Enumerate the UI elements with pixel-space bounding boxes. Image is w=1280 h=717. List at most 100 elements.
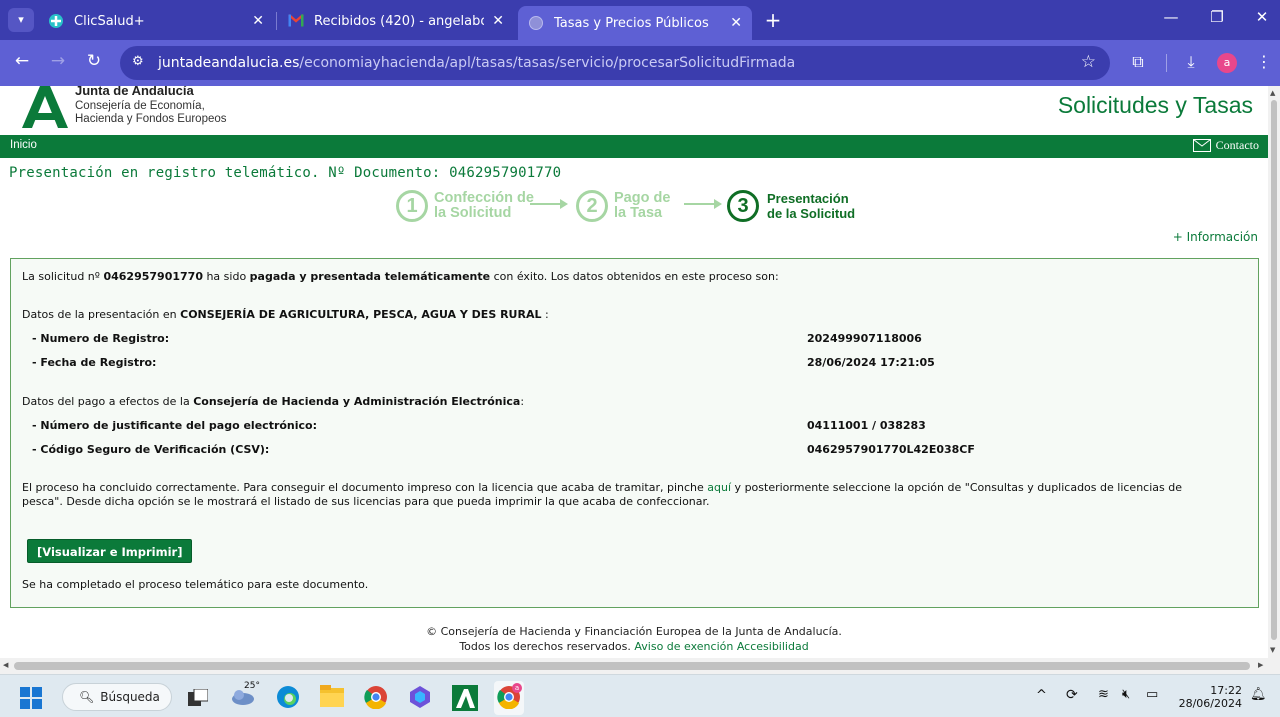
registro-number-value: 202499907118006 <box>807 332 922 345</box>
search-icon: 🔍︎ <box>79 690 95 704</box>
address-toolbar: ← → ↻ ⚙ juntadeandalucia.es/economiayhac… <box>0 40 1280 86</box>
wifi-icon[interactable]: ≋ <box>1098 687 1109 702</box>
menu-contacto-link[interactable]: Contacto <box>1192 138 1259 153</box>
back-arrow-icon[interactable]: ← <box>10 51 34 71</box>
profile-avatar[interactable]: a <box>1217 53 1237 73</box>
globe-icon <box>528 15 544 31</box>
step-1-label: Confección de la Solicitud <box>434 190 534 221</box>
forward-arrow-icon[interactable]: → <box>46 51 70 71</box>
step-2-label: Pago de la Tasa <box>614 190 671 221</box>
clicsalud-favicon-icon <box>48 13 64 29</box>
main-menu-bar: Inicio Contacto <box>0 135 1268 158</box>
step-1-circle: 1 <box>396 190 428 222</box>
result-panel: La solicitud nº 0462957901770 ha sido pa… <box>10 258 1259 608</box>
close-tab-icon[interactable]: ✕ <box>252 13 264 29</box>
battery-icon[interactable]: ▭ <box>1146 687 1158 702</box>
taskbar-search[interactable]: 🔍︎ Búsqueda <box>62 683 172 711</box>
site-header: Junta de Andalucía Consejería de Economí… <box>0 86 1268 136</box>
close-tab-icon[interactable]: ✕ <box>730 15 742 31</box>
close-tab-icon[interactable]: ✕ <box>492 13 504 29</box>
file-explorer-icon[interactable] <box>320 685 344 707</box>
horizontal-scrollbar[interactable]: ◀ ▶ <box>0 658 1280 674</box>
chrome-icon[interactable] <box>364 685 388 709</box>
tab-tasas[interactable]: Tasas y Precios Públicos ✕ <box>518 6 752 40</box>
page-title: Presentación en registro telemático. Nº … <box>9 165 562 181</box>
org-subtitle: Consejería de Economía, Hacienda y Fondo… <box>75 100 227 125</box>
menu-inicio-link[interactable]: Inicio <box>10 139 37 151</box>
windows-taskbar: 🔍︎ Búsqueda 25° a ^ ⟳ ≋ 🔇︎ ▭ 17:22 28/06/… <box>0 674 1280 717</box>
windows-start-icon[interactable] <box>20 687 42 709</box>
tab-search-icon[interactable]: ▾ <box>8 8 34 32</box>
site-info-icon[interactable]: ⚙ <box>132 54 144 69</box>
visualizar-imprimir-button[interactable]: [Visualizar e Imprimir] <box>27 539 193 563</box>
gmail-icon <box>288 13 304 29</box>
scroll-right-icon[interactable]: ▶ <box>1258 661 1263 669</box>
justificante-label: - Número de justificante del pago electr… <box>32 419 318 432</box>
weather-widget[interactable]: 25° <box>230 681 264 711</box>
completed-message: Se ha completado el proceso telemático p… <box>22 578 369 591</box>
copilot-icon[interactable] <box>408 685 432 709</box>
site-title[interactable]: Solicitudes y Tasas <box>1058 92 1253 119</box>
task-view-icon[interactable] <box>188 689 208 707</box>
csv-value: 0462957901770L42E038CF <box>807 443 975 456</box>
justificante-value: 04111001 / 038283 <box>807 419 926 432</box>
volume-muted-icon[interactable]: 🔇︎ <box>1122 687 1130 702</box>
scroll-up-icon[interactable]: ▲ <box>1270 89 1275 97</box>
scroll-down-icon[interactable]: ▼ <box>1270 646 1275 654</box>
horizontal-scroll-thumb[interactable] <box>14 662 1250 670</box>
payment-info: Datos del pago a efectos de la Consejerí… <box>22 395 525 408</box>
chrome-profile-app[interactable]: a <box>494 681 524 715</box>
footer-rights: Todos los derechos reservados. Aviso de … <box>459 640 809 653</box>
reload-icon[interactable]: ↻ <box>82 51 106 71</box>
notifications-icon[interactable]: 🔔︎ <box>1250 687 1267 702</box>
clock[interactable]: 17:22 28/06/2024 <box>1172 684 1242 710</box>
step-arrow-icon <box>530 199 568 209</box>
tab-label: Recibidos (420) - angelaborges <box>314 13 484 29</box>
junta-app-icon[interactable] <box>452 685 478 711</box>
registro-date-value: 28/06/2024 17:21:05 <box>807 356 935 369</box>
extensions-icon[interactable]: ⧉ <box>1127 52 1149 72</box>
final-instructions: El proceso ha concluido correctamente. P… <box>22 481 1182 508</box>
process-steps: 1 Confección de la Solicitud 2 Pago de la … <box>396 186 876 226</box>
aviso-link[interactable]: Aviso de exención <box>634 640 733 653</box>
csv-label: - Código Seguro de Verificación (CSV): <box>32 443 270 456</box>
page-footer: © Consejería de Hacienda y Financiación … <box>0 624 1268 654</box>
step-3-circle: 3 <box>727 190 759 222</box>
web-page: Junta de Andalucía Consejería de Economí… <box>0 86 1268 658</box>
presentation-info: Datos de la presentación en CONSEJERÍA D… <box>22 308 549 321</box>
browser-tab-bar: ▾ ClicSalud+ ✕ Recibidos (420) - angelab… <box>0 0 1280 40</box>
registro-number-label: - Numero de Registro: <box>32 332 170 345</box>
vertical-scroll-thumb[interactable] <box>1271 100 1277 640</box>
copyright-text: © Consejería de Hacienda y Financiación … <box>426 625 842 638</box>
restore-icon[interactable]: ❐ <box>1202 8 1232 26</box>
junta-logo-icon[interactable] <box>20 86 68 128</box>
registro-date-label: - Fecha de Registro: <box>32 356 157 369</box>
envelope-icon <box>1192 139 1211 152</box>
address-bar[interactable]: ⚙ juntadeandalucia.es/economiayhacienda/… <box>120 46 1110 80</box>
tab-label: ClicSalud+ <box>74 13 145 29</box>
close-window-icon[interactable]: ✕ <box>1247 8 1277 26</box>
result-intro: La solicitud nº 0462957901770 ha sido pa… <box>22 270 779 283</box>
vertical-scrollbar[interactable]: ▲ ▼ <box>1268 86 1280 658</box>
new-tab-plus-icon[interactable]: + <box>762 8 784 32</box>
download-icon[interactable]: ⤓ <box>1180 52 1202 72</box>
accesibilidad-link[interactable]: Accesibilidad <box>737 640 809 653</box>
edge-icon[interactable] <box>276 685 300 709</box>
kebab-menu-icon[interactable]: ⋮ <box>1253 52 1275 71</box>
org-name: Junta de Andalucía <box>75 86 194 98</box>
profile-badge: a <box>512 683 522 693</box>
step-3-label: Presentación de la Solicitud <box>767 191 856 221</box>
tray-chevron-icon[interactable]: ^ <box>1036 688 1047 703</box>
more-info-link[interactable]: + Información <box>1173 230 1258 244</box>
tab-label: Tasas y Precios Públicos <box>554 15 709 31</box>
url-text[interactable]: juntadeandalucia.es/economiayhacienda/ap… <box>158 55 795 71</box>
minimize-icon[interactable]: — <box>1156 8 1186 26</box>
sync-icon[interactable]: ⟳ <box>1066 687 1078 703</box>
scroll-left-icon[interactable]: ◀ <box>3 661 8 669</box>
step-arrow-icon <box>684 199 722 209</box>
tab-gmail[interactable]: Recibidos (420) - angelaborges ✕ <box>278 6 514 36</box>
tab-clicsalud[interactable]: ClicSalud+ ✕ <box>38 6 274 36</box>
step-2-circle: 2 <box>576 190 608 222</box>
aqui-link[interactable]: aquí <box>707 481 731 494</box>
bookmark-star-icon[interactable]: ☆ <box>1081 52 1096 72</box>
